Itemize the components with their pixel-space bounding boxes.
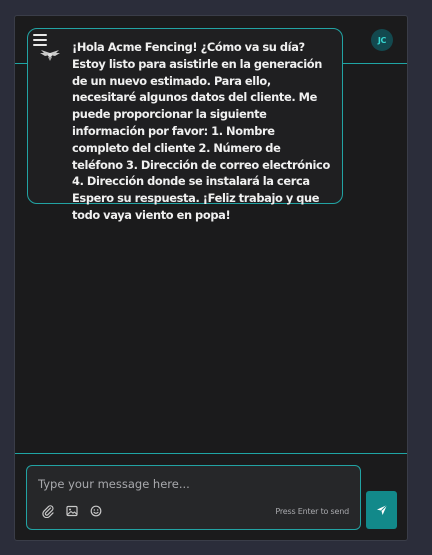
message-input[interactable]	[38, 475, 338, 493]
send-icon	[376, 504, 387, 515]
paperclip-icon[interactable]	[41, 504, 55, 518]
chat-window: JC ¡Hola Acme Fencing! ¿Cómo va su día? …	[14, 15, 408, 541]
bot-message-bubble: ¡Hola Acme Fencing! ¿Cómo va su día? Est…	[27, 28, 343, 222]
footer-divider	[15, 453, 407, 454]
image-icon[interactable]	[65, 504, 79, 518]
bot-message-text: ¡Hola Acme Fencing! ¿Cómo va su día? Est…	[72, 40, 330, 222]
bot-wings-icon	[40, 50, 60, 61]
send-hint: Press Enter to send	[275, 507, 349, 516]
menu-icon[interactable]	[33, 34, 47, 46]
composer-tools	[41, 504, 103, 518]
message-composer: Press Enter to send	[26, 465, 361, 530]
avatar[interactable]: JC	[371, 29, 393, 51]
send-button[interactable]	[366, 491, 397, 529]
emoji-icon[interactable]	[89, 504, 103, 518]
